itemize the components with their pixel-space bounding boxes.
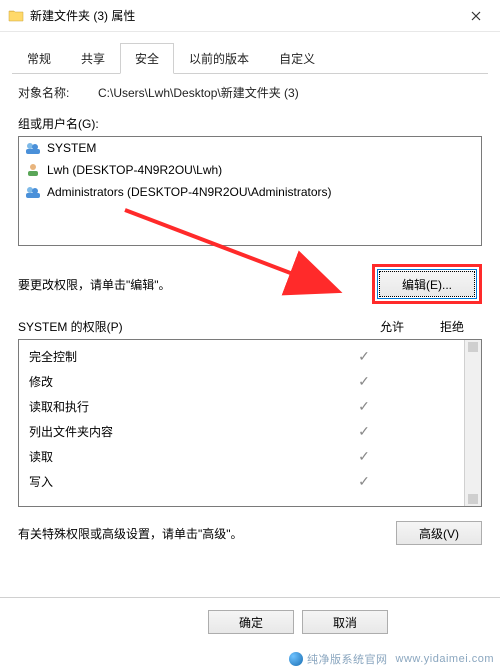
window-title: 新建文件夹 (3) 属性 [30,7,454,24]
permission-name: 读取和执行 [29,398,334,415]
close-button[interactable] [454,1,498,31]
group-users-list[interactable]: SYSTEM Lwh (DESKTOP-4N9R2OU\Lwh) Adminis… [18,136,482,246]
user-icon [25,162,41,178]
list-item-label: Lwh (DESKTOP-4N9R2OU\Lwh) [47,163,222,177]
dialog-button-bar: 确定 取消 应用 [0,597,500,646]
permissions-title: SYSTEM 的权限(P) [18,318,362,335]
permission-row: 修改 ✓ [19,369,464,394]
tab-security[interactable]: 安全 [120,43,174,74]
watermark-text: 纯净版系统官网 [307,651,388,667]
group-icon [25,184,41,200]
cancel-button[interactable]: 取消 [302,610,388,634]
edit-hint: 要更改权限，请单击"编辑"。 [18,276,372,293]
tab-custom[interactable]: 自定义 [264,43,330,74]
permission-name: 读取 [29,448,334,465]
permission-row: 读取和执行 ✓ [19,394,464,419]
object-name-label: 对象名称: [18,84,98,101]
permission-row: 读取 ✓ [19,444,464,469]
allow-check: ✓ [334,448,394,465]
group-icon [25,140,41,156]
advanced-row: 有关特殊权限或高级设置，请单击"高级"。 高级(V) [18,521,482,545]
permission-name: 修改 [29,373,334,390]
allow-check: ✓ [334,423,394,440]
permissions-list: 完全控制 ✓ 修改 ✓ 读取和执行 ✓ 列出文件夹内容 ✓ 读取 ✓ [18,339,482,507]
permission-name: 列出文件夹内容 [29,423,334,440]
edit-button[interactable]: 编辑(E)... [379,271,475,297]
allow-check: ✓ [334,473,394,490]
scrollbar[interactable] [464,340,481,506]
list-item-label: SYSTEM [47,141,96,155]
allow-column-header: 允许 [362,318,422,335]
watermark-icon [289,652,303,666]
group-users-label: 组或用户名(G): [18,115,482,132]
edit-row: 要更改权限，请单击"编辑"。 编辑(E)... [18,264,482,304]
object-name-value: C:\Users\Lwh\Desktop\新建文件夹 (3) [98,84,482,101]
permission-row: 列出文件夹内容 ✓ [19,419,464,444]
watermark-url: www.yidaimei.com [396,653,494,665]
allow-check: ✓ [334,373,394,390]
tab-general[interactable]: 常规 [12,43,66,74]
deny-column-header: 拒绝 [422,318,482,335]
permission-name: 完全控制 [29,348,334,365]
permission-row: 完全控制 ✓ [19,344,464,369]
folder-icon [8,8,24,24]
allow-check: ✓ [334,348,394,365]
highlight-annotation: 编辑(E)... [372,264,482,304]
permissions-header: SYSTEM 的权限(P) 允许 拒绝 [18,318,482,335]
list-item-label: Administrators (DESKTOP-4N9R2OU\Administ… [47,185,332,199]
list-item[interactable]: SYSTEM [19,137,481,159]
ok-button[interactable]: 确定 [208,610,294,634]
list-item[interactable]: Lwh (DESKTOP-4N9R2OU\Lwh) [19,159,481,181]
titlebar: 新建文件夹 (3) 属性 [0,0,500,32]
permission-name: 写入 [29,473,334,490]
object-name-row: 对象名称: C:\Users\Lwh\Desktop\新建文件夹 (3) [18,84,482,101]
tab-strip: 常规 共享 安全 以前的版本 自定义 [12,42,488,74]
watermark: 纯净版系统官网 www.yidaimei.com [289,651,494,667]
close-icon [471,11,481,21]
allow-check: ✓ [334,398,394,415]
security-pane: 对象名称: C:\Users\Lwh\Desktop\新建文件夹 (3) 组或用… [18,84,482,545]
advanced-hint: 有关特殊权限或高级设置，请单击"高级"。 [18,525,396,542]
permission-row: 写入 ✓ [19,469,464,494]
list-item[interactable]: Administrators (DESKTOP-4N9R2OU\Administ… [19,181,481,203]
advanced-button[interactable]: 高级(V) [396,521,482,545]
tab-previous[interactable]: 以前的版本 [174,43,264,74]
tab-sharing[interactable]: 共享 [66,43,120,74]
